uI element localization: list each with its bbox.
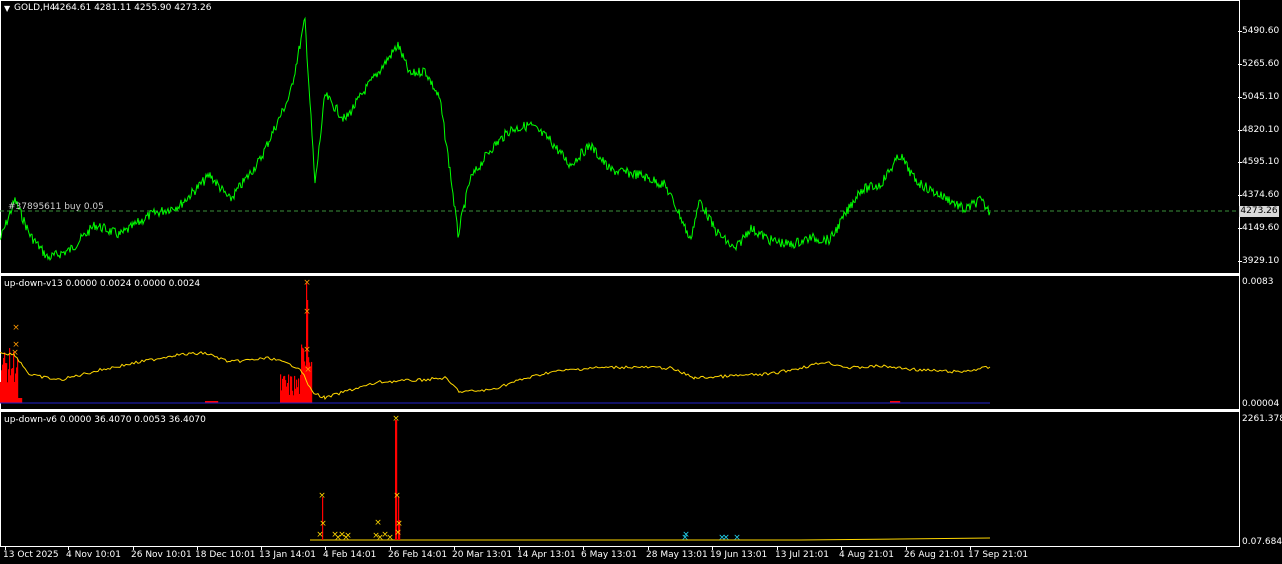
indicator2-marker: × [394,528,402,538]
indicator2-scale-top: 2261.3787 [1242,414,1282,424]
indicator2-markers: ××× ×××××××××××××× ×× ×× × [316,414,741,543]
indicator2-marker: × [374,518,382,528]
indicator2-marker: × [386,533,394,543]
indicator2-marker: × [392,414,400,424]
indicator1-markers: ××××××× [11,278,312,375]
price-series-line [0,16,991,262]
time-axis-label: 14 Apr 13:01 [517,550,576,560]
price-scale-label: 3929.10 [1242,256,1280,266]
indicator2-marker: × [316,530,324,540]
time-axis-label: 19 Jun 13:01 [710,550,768,560]
indicator1-scale-bottom: 0.00004 [1242,399,1280,409]
time-axis-label: 4 Aug 21:01 [839,550,894,560]
indicator2-cyan-marker: × [733,533,741,543]
time-axis-label: 18 Dec 10:01 [195,550,256,560]
indicator1-histogram [0,283,901,403]
indicator1-marker: × [11,348,19,358]
price-scale-label: 4595.10 [1242,157,1280,167]
time-axis-label: 4 Nov 10:01 [66,550,121,560]
time-axis-label: 4 Feb 14:01 [323,550,377,560]
indicator2-cyan-marker: × [681,533,689,543]
indicator1-bar [17,359,19,403]
indicator1-line [0,351,991,401]
indicator2-marker: × [393,491,401,501]
time-axis-label: 26 Feb 14:01 [388,550,448,560]
price-scale-label: 4374.60 [1242,190,1280,200]
indicator1-marker: × [303,278,311,288]
chart-window[interactable]: × × × × × × × × × × × × × × × × × × × × × × × × × × × × × ▼ GOLD,H4… [0,0,1282,564]
price-scale-label: 5045.10 [1242,92,1280,102]
indicator2-cyan-marker: × [722,533,730,543]
time-axis-label: 6 May 13:01 [581,550,637,560]
time-axis-label: 17 Sep 21:01 [968,550,1029,560]
symbol-menu-icon[interactable]: ▼ [4,4,10,13]
symbol-header: GOLD,H4 [14,3,56,13]
indicator2-line [310,537,991,541]
time-axis-label: 20 Mar 13:01 [452,550,513,560]
time-axis-label: 28 May 13:01 [646,550,708,560]
indicator2-scale-bottom: 0.07.6847 [1242,537,1282,547]
time-axis-label: 13 Oct 2025 [3,550,59,560]
price-scale-label: 5490.60 [1242,26,1280,36]
price-scale-label: 5265.60 [1242,59,1280,69]
indicator2-marker: × [319,519,327,529]
indicator1-marker: × [303,307,311,317]
time-axis-label: 26 Aug 21:01 [904,550,965,560]
indicator2-marker: × [318,491,326,501]
order-line-label[interactable]: #37895611 buy 0.05 [8,202,104,212]
time-axis-label: 13 Jul 21:01 [775,550,829,560]
indicator1-scale-top: 0.0083 [1242,277,1274,287]
time-axis-label: 13 Jan 14:01 [259,550,316,560]
indicator1-marker: × [12,323,20,333]
indicator2-spikes [322,420,401,540]
indicator1-header: up-down-v13 0.0000 0.0024 0.0000 0.0024 [4,279,201,289]
price-scale-label: 4820.10 [1242,125,1280,135]
indicator1-marker: × [303,345,311,355]
ohlc-header: 4264.61 4281.11 4255.90 4273.26 [54,3,212,13]
indicator2-marker: × [344,531,352,541]
price-scale-label: 4149.60 [1242,223,1280,233]
indicator2-header: up-down-v6 0.0000 36.4070 0.0053 36.4070 [4,415,206,425]
time-axis-label: 26 Nov 10:01 [131,550,192,560]
indicator1-bar [21,398,23,403]
indicator1-marker: × [304,365,312,375]
current-price-tag: 4273.26 [1239,206,1279,217]
